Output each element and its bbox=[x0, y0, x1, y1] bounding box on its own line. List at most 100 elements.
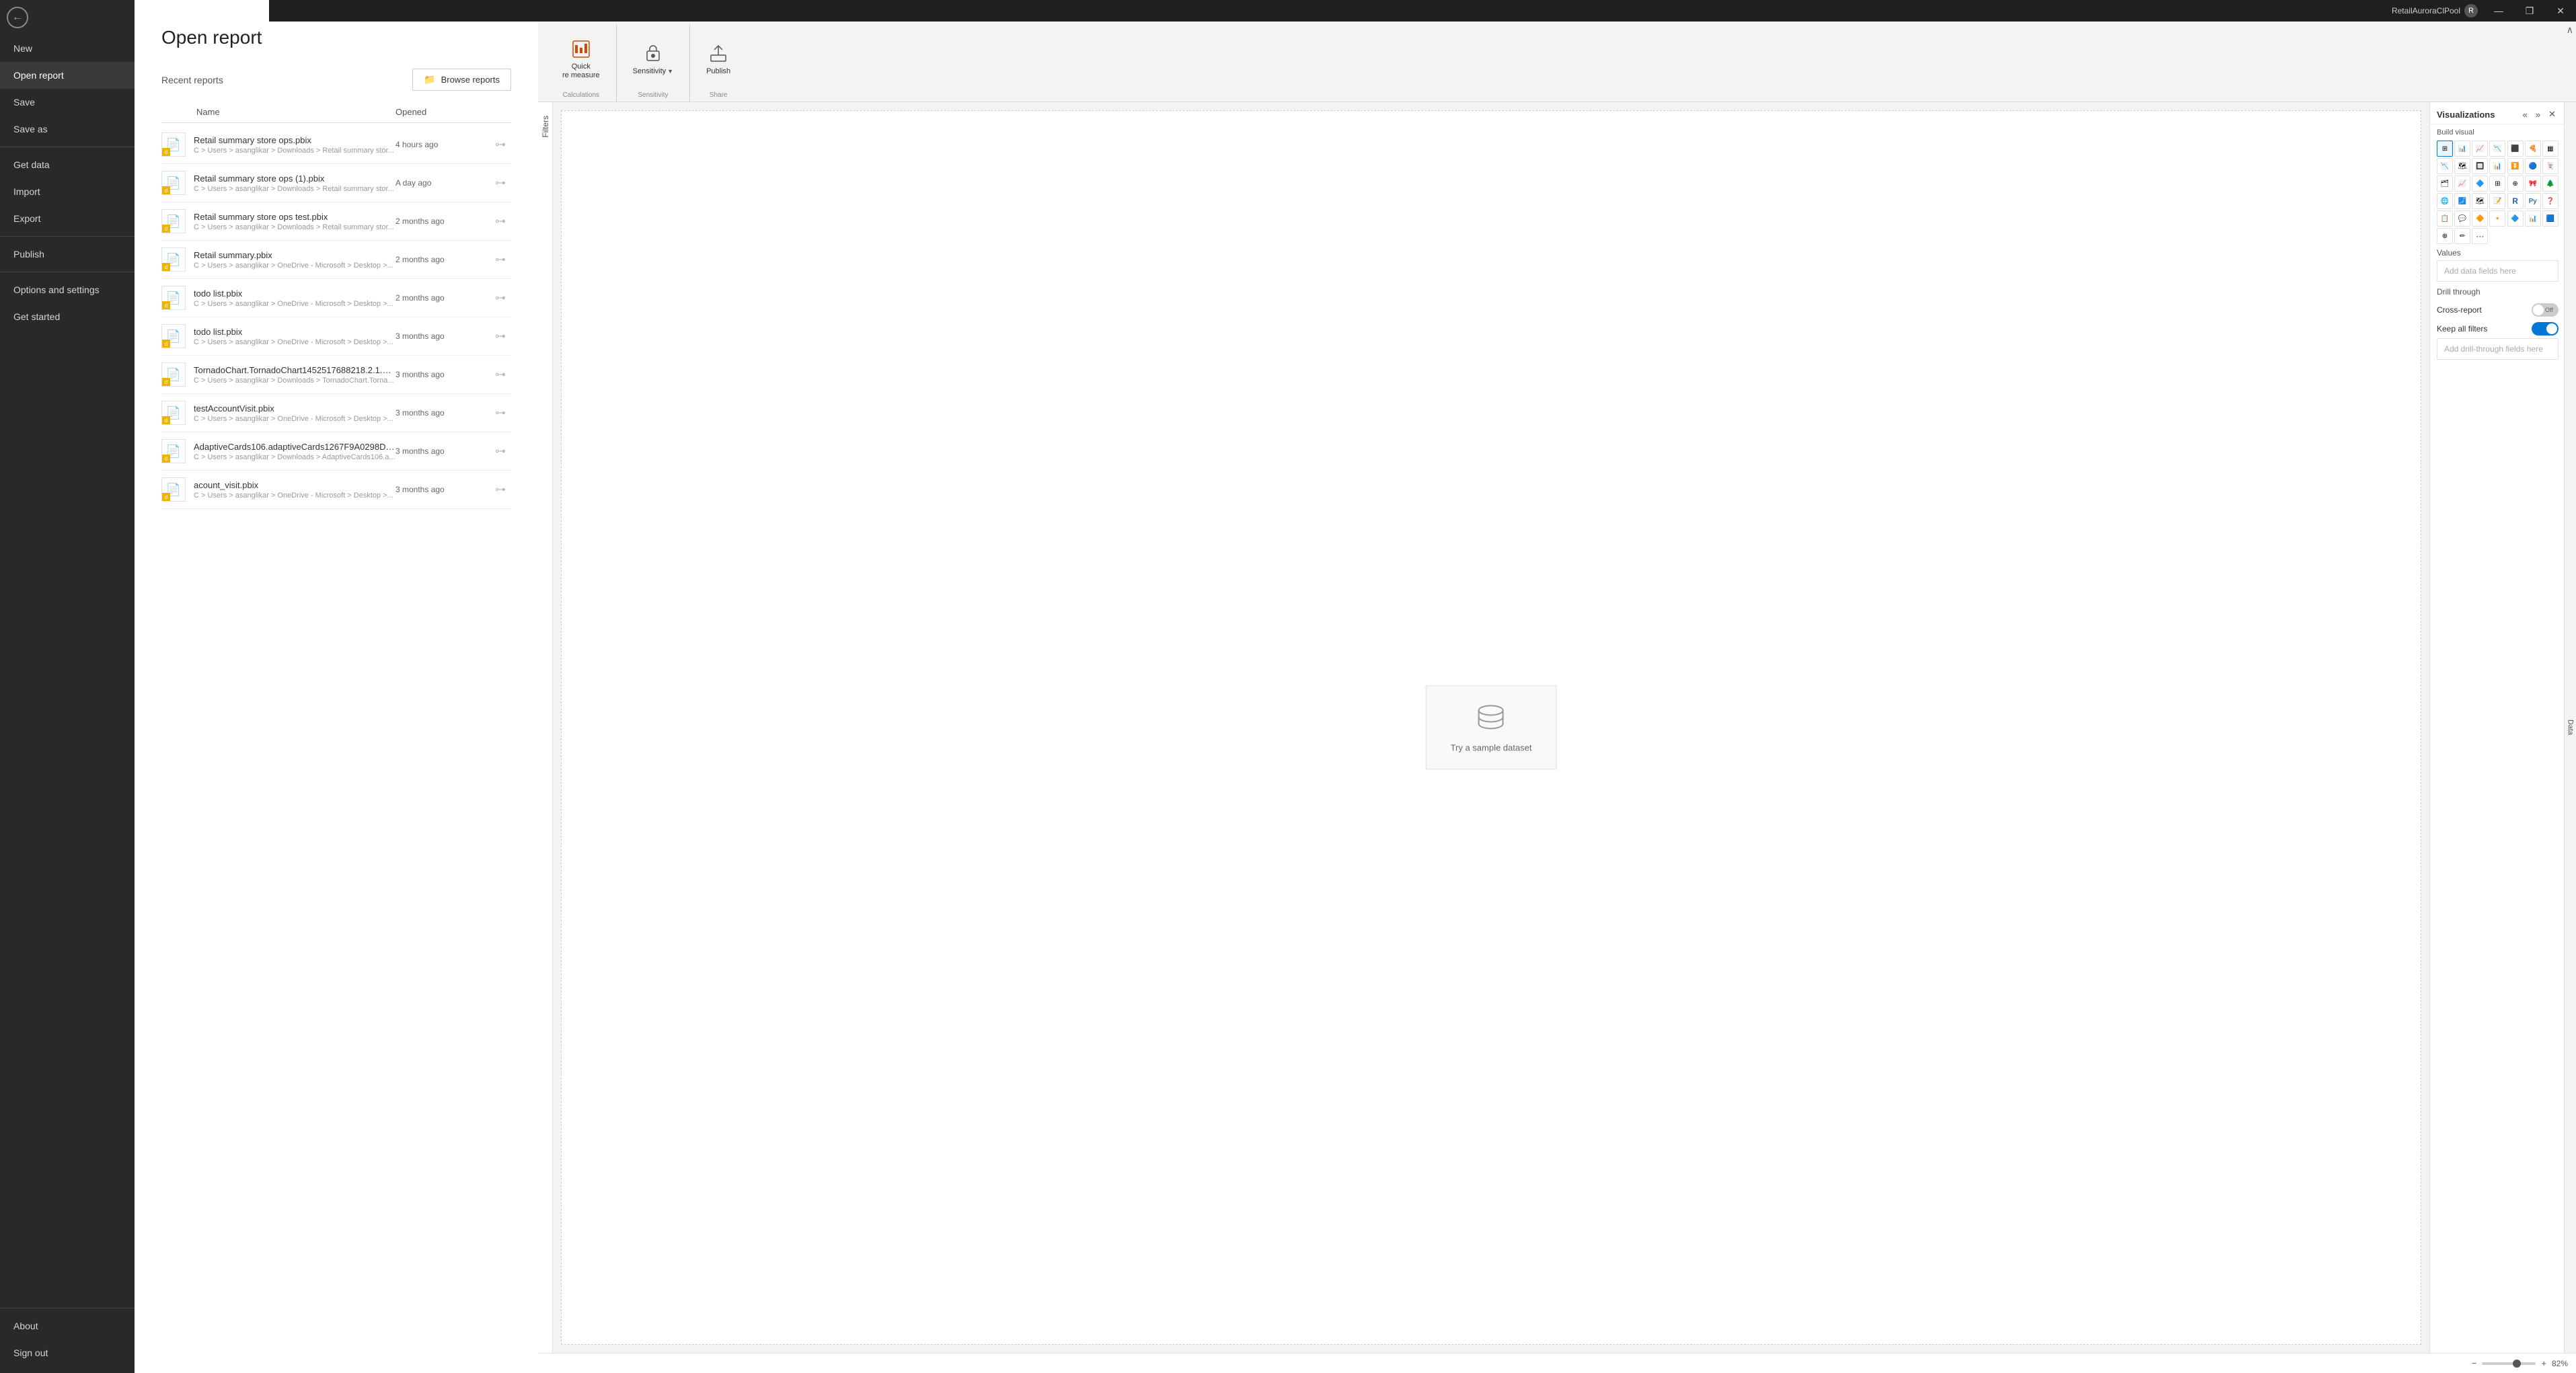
minimize-button[interactable]: — bbox=[2483, 0, 2514, 22]
sidebar-item-get-data[interactable]: Get data bbox=[0, 151, 135, 178]
viz-icon-custom5[interactable]: 🟦 bbox=[2542, 210, 2559, 227]
sidebar-item-publish[interactable]: Publish bbox=[0, 241, 135, 268]
viz-icon-scatter[interactable]: ⬛ bbox=[2507, 141, 2524, 157]
viz-icon-slicer[interactable]: 🔷 bbox=[2472, 175, 2488, 192]
viz-icon-filled-map[interactable]: 🌐 bbox=[2437, 193, 2453, 209]
sidebar-item-import[interactable]: Import bbox=[0, 178, 135, 205]
close-viz-icon[interactable]: ✕ bbox=[2546, 108, 2559, 121]
viz-icon-custom1[interactable]: 🔶 bbox=[2472, 210, 2488, 227]
sensitivity-label-row: Sensitivity ▼ bbox=[633, 67, 673, 75]
zoom-slider-thumb[interactable] bbox=[2513, 1360, 2521, 1368]
expand-right-icon[interactable]: » bbox=[2533, 108, 2543, 121]
cross-report-row: Cross-report Off bbox=[2437, 301, 2559, 319]
back-button[interactable]: ← bbox=[7, 7, 28, 28]
viz-icon-multi-row-card[interactable]: 🗂 bbox=[2437, 175, 2453, 192]
file-badge: d bbox=[162, 301, 170, 309]
viz-icon-custom7[interactable]: ✏ bbox=[2454, 228, 2470, 244]
report-opened: 2 months ago bbox=[395, 255, 490, 264]
sensitivity-button[interactable]: Sensitivity ▼ bbox=[628, 40, 679, 78]
add-drill-through-fields[interactable]: Add drill-through fields here bbox=[2437, 338, 2559, 360]
report-item[interactable]: 📄 d todo list.pbix C > Users > asanglika… bbox=[161, 279, 511, 317]
report-item[interactable]: 📄 d TornadoChart.TornadoChart14525176882… bbox=[161, 356, 511, 394]
viz-icon-area[interactable]: 📉 bbox=[2489, 141, 2505, 157]
viz-icon-qs[interactable]: ❓ bbox=[2542, 193, 2559, 209]
viz-icon-waterfall[interactable]: 📊 bbox=[2489, 158, 2505, 174]
viz-icon-funnel[interactable]: ⏬ bbox=[2507, 158, 2524, 174]
cross-report-toggle[interactable]: Off bbox=[2532, 303, 2559, 317]
sidebar-item-open-report[interactable]: Open report bbox=[0, 62, 135, 89]
report-item[interactable]: 📄 d testAccountVisit.pbix C > Users > as… bbox=[161, 394, 511, 432]
viz-icon-line[interactable]: 📈 bbox=[2472, 141, 2488, 157]
viz-icon-shape-map[interactable]: 🗾 bbox=[2454, 193, 2470, 209]
sidebar-item-save-as[interactable]: Save as bbox=[0, 116, 135, 143]
filters-label[interactable]: Filters bbox=[541, 116, 550, 138]
sidebar-item-new[interactable]: New bbox=[0, 35, 135, 62]
data-tab-label[interactable]: Data bbox=[2567, 719, 2575, 735]
viz-icon-donut[interactable]: ⊕ bbox=[2507, 175, 2524, 192]
viz-icon-stacked-bar[interactable]: ▦ bbox=[2542, 141, 2559, 157]
pin-button[interactable]: ⊶ bbox=[490, 444, 511, 458]
viz-icon-combo[interactable]: 📉 bbox=[2437, 158, 2453, 174]
ribbon-collapse-btn[interactable]: ∧ bbox=[2567, 24, 2573, 36]
sidebar-item-export[interactable]: Export bbox=[0, 205, 135, 232]
viz-icon-table[interactable]: ⊞ bbox=[2437, 141, 2453, 157]
viz-icon-decomp-tree[interactable]: 🌲 bbox=[2542, 175, 2559, 192]
sidebar-item-about[interactable]: About bbox=[0, 1312, 135, 1339]
report-item[interactable]: 📄 d todo list.pbix C > Users > asanglika… bbox=[161, 317, 511, 356]
viz-icon-python[interactable]: Py bbox=[2525, 193, 2541, 209]
browse-reports-button[interactable]: 📁 Browse reports bbox=[412, 69, 511, 91]
viz-icon-custom3[interactable]: 🔷 bbox=[2507, 210, 2524, 227]
close-button[interactable]: ✕ bbox=[2545, 0, 2576, 22]
collapse-left-icon[interactable]: « bbox=[2520, 108, 2530, 121]
report-path: C > Users > asanglikar > OneDrive - Micr… bbox=[194, 338, 395, 346]
viz-icon-matrix[interactable]: ⊞ bbox=[2489, 175, 2505, 192]
quick-measure-button[interactable]: Quickre measure bbox=[557, 36, 605, 83]
pin-button[interactable]: ⊶ bbox=[490, 368, 511, 381]
sidebar-item-sign-out[interactable]: Sign out bbox=[0, 1339, 135, 1366]
report-item[interactable]: 📄 d acount_visit.pbix C > Users > asangl… bbox=[161, 471, 511, 509]
sample-dataset-box[interactable]: Try a sample dataset bbox=[1426, 686, 1557, 770]
zoom-minus-button[interactable]: − bbox=[2472, 1358, 2477, 1368]
report-item[interactable]: 📄 d AdaptiveCards106.adaptiveCards1267F9… bbox=[161, 432, 511, 471]
pin-button[interactable]: ⊶ bbox=[490, 483, 511, 496]
viz-icon-azure-map[interactable]: 🗺 bbox=[2472, 193, 2488, 209]
pin-button[interactable]: ⊶ bbox=[490, 138, 511, 151]
report-opened: 3 months ago bbox=[395, 331, 490, 341]
viz-icon-smart-narrative[interactable]: 📝 bbox=[2489, 193, 2505, 209]
viz-icon-kpi[interactable]: 📈 bbox=[2454, 175, 2470, 192]
pin-button[interactable]: ⊶ bbox=[490, 406, 511, 420]
pin-button[interactable]: ⊶ bbox=[490, 214, 511, 228]
viz-icon-paginated[interactable]: 📋 bbox=[2437, 210, 2453, 227]
pin-button[interactable]: ⊶ bbox=[490, 176, 511, 190]
zoom-plus-button[interactable]: + bbox=[2541, 1358, 2546, 1368]
viz-icon-map[interactable]: 🗺 bbox=[2454, 158, 2470, 174]
pin-button[interactable]: ⊶ bbox=[490, 253, 511, 266]
report-item[interactable]: 📄 d Retail summary store ops.pbix C > Us… bbox=[161, 126, 511, 164]
publish-button[interactable]: Publish bbox=[701, 40, 736, 78]
viz-icon-more[interactable]: ··· bbox=[2472, 228, 2488, 244]
viz-icon-custom6[interactable]: ⊕ bbox=[2437, 228, 2453, 244]
viz-icon-bar[interactable]: 📊 bbox=[2454, 141, 2470, 157]
viz-icon-treemap[interactable]: 🔲 bbox=[2472, 158, 2488, 174]
viz-icon-tooltip[interactable]: 💬 bbox=[2454, 210, 2470, 227]
pin-button[interactable]: ⊶ bbox=[490, 329, 511, 343]
viz-icon-custom2[interactable]: 🔸 bbox=[2489, 210, 2505, 227]
pin-button[interactable]: ⊶ bbox=[490, 291, 511, 305]
add-data-fields[interactable]: Add data fields here bbox=[2437, 260, 2559, 282]
viz-icon-gauge[interactable]: 🔵 bbox=[2525, 158, 2541, 174]
sidebar-item-get-started[interactable]: Get started bbox=[0, 303, 135, 330]
viz-icon-card[interactable]: 🃏 bbox=[2542, 158, 2559, 174]
report-item[interactable]: 📄 d Retail summary store ops (1).pbix C … bbox=[161, 164, 511, 202]
sidebar-item-save[interactable]: Save bbox=[0, 89, 135, 116]
viz-icon-r[interactable]: R bbox=[2507, 193, 2524, 209]
viz-icon-custom4[interactable]: 📊 bbox=[2525, 210, 2541, 227]
report-path: C > Users > asanglikar > Downloads > Ret… bbox=[194, 185, 395, 193]
sidebar-item-options[interactable]: Options and settings bbox=[0, 276, 135, 303]
viz-icon-pie[interactable]: 🍕 bbox=[2525, 141, 2541, 157]
viz-icon-ribbon[interactable]: 🎀 bbox=[2525, 175, 2541, 192]
report-item[interactable]: 📄 d Retail summary store ops test.pbix C… bbox=[161, 202, 511, 241]
zoom-slider[interactable] bbox=[2482, 1362, 2536, 1365]
report-item[interactable]: 📄 d Retail summary.pbix C > Users > asan… bbox=[161, 241, 511, 279]
keep-all-filters-toggle[interactable] bbox=[2532, 322, 2559, 336]
restore-button[interactable]: ❐ bbox=[2514, 0, 2545, 22]
